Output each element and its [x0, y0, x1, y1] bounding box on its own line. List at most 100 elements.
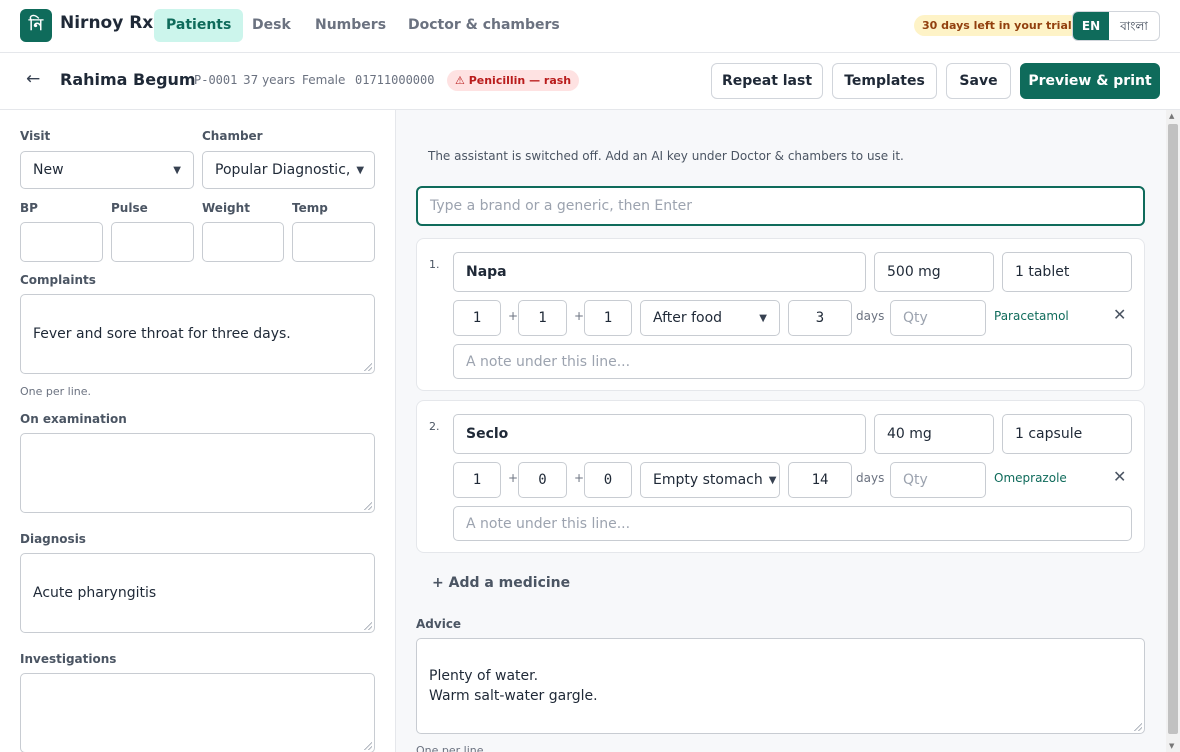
app-name[interactable]: Nirnoy Rx [60, 13, 153, 33]
generic-name: Paracetamol [994, 309, 1069, 323]
patient-id: P-0001 [194, 73, 238, 87]
medicine-number: 1. [429, 258, 440, 271]
pulse-input[interactable] [111, 222, 194, 262]
temp-input[interactable] [292, 222, 375, 262]
patient-sex: Female [302, 73, 346, 87]
chamber-select[interactable]: Popular Diagnostic, ▼ [202, 151, 375, 189]
investigations-textarea[interactable] [20, 673, 375, 752]
diagnosis-label: Diagnosis [20, 532, 86, 546]
templates-button[interactable]: Templates [832, 63, 937, 99]
medicine-note-input[interactable]: A note under this line... [453, 506, 1132, 541]
scrollbar-thumb[interactable] [1168, 124, 1178, 734]
chevron-down-icon: ▼ [768, 474, 777, 486]
remove-medicine-icon[interactable]: ✕ [1113, 305, 1126, 324]
chevron-down-icon: ▼ [173, 164, 181, 176]
qty-input[interactable]: Qty [890, 462, 986, 498]
complaints-label: Complaints [20, 273, 96, 287]
strength-input[interactable]: 40 mg [874, 414, 994, 454]
visit-label: Visit [20, 129, 51, 143]
brand-input[interactable]: Napa [453, 252, 866, 292]
nav-doctor-chambers[interactable]: Doctor & chambers [396, 9, 572, 42]
resize-grip-icon[interactable] [364, 742, 372, 750]
timing-select[interactable]: After food ▼ [640, 300, 780, 336]
arrow-left-icon[interactable]: ← [26, 69, 40, 89]
morning-dose-input[interactable]: 1 [453, 300, 501, 336]
timing-select-value: After food [653, 310, 723, 326]
days-label: days [856, 309, 885, 323]
add-medicine-button[interactable]: + Add a medicine [432, 575, 570, 591]
resize-grip-icon[interactable] [364, 502, 372, 510]
lang-en-button[interactable]: EN [1073, 12, 1109, 40]
diagnosis-textarea[interactable]: Acute pharyngitis [20, 553, 375, 633]
prescription-panel: The assistant is switched off. Add an AI… [396, 110, 1166, 752]
medicine-card: 2. Seclo 40 mg 1 capsule 1 + 0 + 0 Empty… [416, 400, 1145, 553]
medicine-note-input[interactable]: A note under this line... [453, 344, 1132, 379]
plus-sign: + [574, 309, 585, 323]
weight-label: Weight [202, 201, 250, 215]
dose-input[interactable]: 1 tablet [1002, 252, 1132, 292]
trial-badge: 30 days left in your trial [914, 15, 1080, 36]
morning-dose-input[interactable]: 1 [453, 462, 501, 498]
advice-hint: One per line. [416, 744, 488, 752]
bp-label: BP [20, 201, 38, 215]
timing-select[interactable]: Empty stomach ▼ [640, 462, 780, 498]
complaints-value: Fever and sore throat for three days. [33, 326, 291, 342]
complaints-hint: One per line. [20, 385, 92, 398]
app-logo[interactable]: নি [20, 9, 52, 42]
chevron-down-icon: ▼ [759, 312, 767, 324]
duration-input[interactable]: 3 [788, 300, 852, 336]
scroll-up-icon[interactable]: ▲ [1169, 112, 1174, 120]
noon-dose-input[interactable]: 1 [518, 300, 567, 336]
diagnosis-value: Acute pharyngitis [33, 585, 157, 601]
plus-sign: + [508, 309, 519, 323]
chamber-label: Chamber [202, 129, 263, 143]
resize-grip-icon[interactable] [364, 363, 372, 371]
strength-input[interactable]: 500 mg [874, 252, 994, 292]
weight-input[interactable] [202, 222, 284, 262]
language-switch: EN বাংলা [1072, 11, 1160, 41]
page-scrollbar[interactable]: ▲ ▼ [1166, 110, 1180, 752]
night-dose-input[interactable]: 0 [584, 462, 632, 498]
dose-input[interactable]: 1 capsule [1002, 414, 1132, 454]
pulse-label: Pulse [111, 201, 148, 215]
examination-textarea[interactable] [20, 433, 375, 513]
medicine-card: 1. Napa 500 mg 1 tablet 1 + 1 + 1 After … [416, 238, 1145, 391]
visit-select[interactable]: New ▼ [20, 151, 194, 189]
days-label: days [856, 471, 885, 485]
complaints-textarea[interactable]: Fever and sore throat for three days. [20, 294, 375, 374]
visit-select-value: New [33, 162, 64, 178]
resize-grip-icon[interactable] [364, 622, 372, 630]
duration-input[interactable]: 14 [788, 462, 852, 498]
patient-age: 37 years [243, 73, 296, 87]
timing-select-value: Empty stomach [653, 472, 763, 488]
medicine-search-input[interactable]: Type a brand or a generic, then Enter [416, 186, 1145, 226]
save-button[interactable]: Save [946, 63, 1011, 99]
resize-grip-icon[interactable] [1134, 723, 1142, 731]
scroll-down-icon[interactable]: ▼ [1169, 742, 1174, 750]
qty-input[interactable]: Qty [890, 300, 986, 336]
advice-label: Advice [416, 617, 462, 631]
brand-input[interactable]: Seclo [453, 414, 866, 454]
lang-bn-button[interactable]: বাংলা [1109, 12, 1159, 40]
bp-input[interactable] [20, 222, 103, 262]
chevron-down-icon: ▼ [356, 164, 365, 176]
night-dose-input[interactable]: 1 [584, 300, 632, 336]
nav-desk[interactable]: Desk [240, 9, 303, 42]
advice-value: Plenty of water. Warm salt-water gargle. [429, 668, 598, 704]
visit-form-panel: Visit New ▼ Chamber Popular Diagnostic, … [0, 110, 396, 752]
patient-bar: ← Rahima Begum P-0001 37 years Female 01… [0, 53, 1180, 110]
advice-textarea[interactable]: Plenty of water. Warm salt-water gargle. [416, 638, 1145, 734]
temp-label: Temp [292, 201, 328, 215]
examination-label: On examination [20, 412, 127, 426]
nav-numbers[interactable]: Numbers [303, 9, 398, 42]
nav-patients[interactable]: Patients [154, 9, 244, 42]
medicine-number: 2. [429, 420, 440, 433]
preview-print-button[interactable]: Preview & print [1020, 63, 1160, 99]
plus-sign: + [508, 471, 519, 485]
remove-medicine-icon[interactable]: ✕ [1113, 467, 1126, 486]
generic-name: Omeprazole [994, 471, 1067, 485]
patient-phone: 01711000000 [355, 73, 435, 87]
repeat-last-button[interactable]: Repeat last [711, 63, 823, 99]
noon-dose-input[interactable]: 0 [518, 462, 567, 498]
plus-sign: + [574, 471, 585, 485]
